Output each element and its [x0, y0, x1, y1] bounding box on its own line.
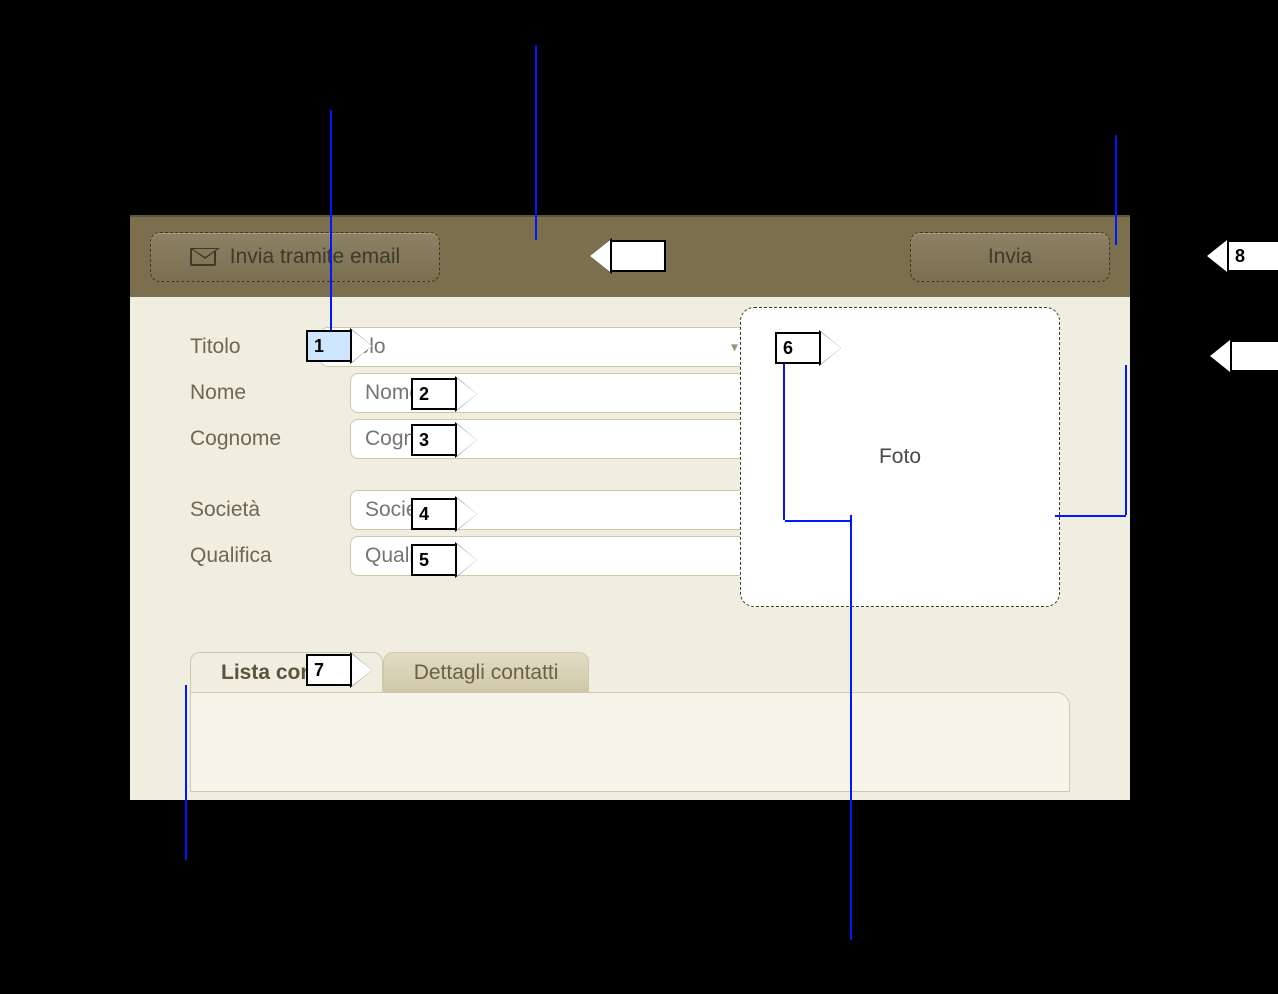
annotation-pointer-3: 3	[411, 424, 477, 456]
annotation-pointer-7: 7	[306, 654, 372, 686]
form-area: Titolo ▾ Nome Cognome Società ▼ Qualific…	[130, 297, 1130, 576]
annotation-pointer-email	[590, 240, 666, 272]
tabs: Lista contatti Dettagli contatti	[190, 652, 589, 692]
annotation-line	[185, 685, 187, 860]
annotation-pointer-photo	[1210, 340, 1278, 372]
annotation-line	[783, 355, 785, 520]
tab-contact-details[interactable]: Dettagli contatti	[383, 652, 590, 692]
company-input[interactable]	[350, 490, 747, 530]
title-select[interactable]: ▾	[320, 327, 750, 367]
annotation-line	[330, 110, 332, 335]
annotation-number: 8	[1235, 246, 1245, 267]
annotation-pointer-2: 2	[411, 378, 477, 410]
app-window: Invia tramite email Invia Titolo ▾ Nome …	[130, 215, 1130, 800]
photo-label: Foto	[879, 445, 921, 469]
send-email-label: Invia tramite email	[230, 245, 400, 269]
name-label: Nome	[190, 381, 320, 405]
annotation-pointer-8: 8	[1207, 240, 1278, 272]
title-label: Titolo	[190, 335, 320, 359]
tab-panel	[190, 692, 1070, 792]
annotation-number: 5	[419, 550, 429, 571]
surname-label: Cognome	[190, 427, 320, 451]
annotation-line	[785, 520, 850, 522]
send-label: Invia	[988, 245, 1032, 269]
name-input[interactable]	[350, 373, 750, 413]
company-label: Società	[190, 498, 320, 522]
surname-input[interactable]	[350, 419, 750, 459]
annotation-number: 7	[314, 660, 324, 681]
send-email-button[interactable]: Invia tramite email	[150, 232, 440, 282]
annotation-number: 2	[419, 384, 429, 405]
annotation-pointer-1: 1	[306, 330, 372, 362]
role-input[interactable]	[350, 536, 747, 576]
annotation-number: 4	[419, 504, 429, 525]
annotation-number: 1	[314, 336, 324, 357]
title-input[interactable]	[320, 327, 750, 367]
annotation-line	[1125, 365, 1127, 515]
annotation-pointer-5: 5	[411, 544, 477, 576]
send-button[interactable]: Invia	[910, 232, 1110, 282]
annotation-number: 3	[419, 430, 429, 451]
annotation-pointer-4: 4	[411, 498, 477, 530]
annotation-pointer-6: 6	[775, 332, 841, 364]
annotation-line	[1055, 515, 1126, 517]
annotation-line	[1115, 135, 1117, 245]
role-label: Qualifica	[190, 544, 320, 568]
annotation-line	[850, 515, 852, 940]
annotation-line	[535, 45, 537, 240]
mail-icon	[190, 248, 216, 266]
tab-contact-details-label: Dettagli contatti	[414, 661, 559, 685]
annotation-number: 6	[783, 338, 793, 359]
